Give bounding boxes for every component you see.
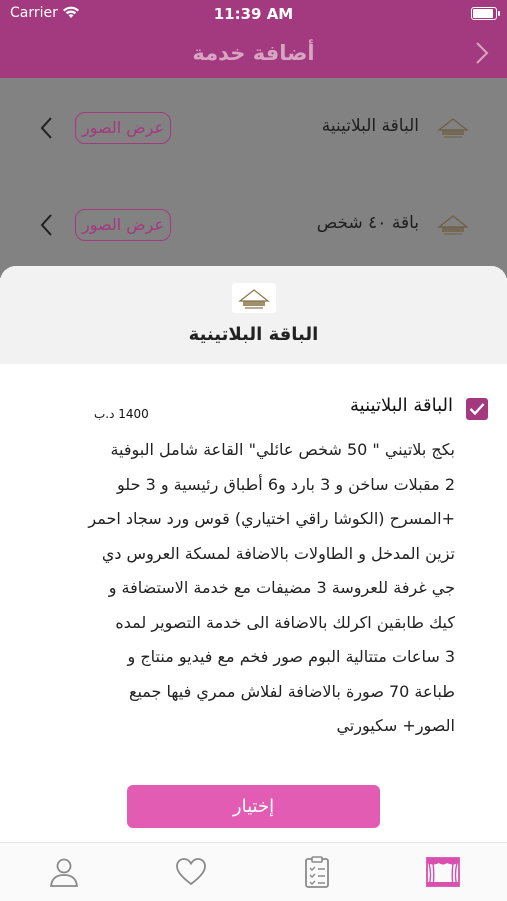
list-item[interactable]: الباقة البلاتينية عرض الصور [0, 80, 507, 176]
list-item[interactable]: باقة ٤٠ شخص عرض الصور [0, 177, 507, 273]
chevron-left-icon[interactable] [38, 116, 56, 140]
chevron-left-icon[interactable] [38, 213, 56, 237]
view-photos-button[interactable]: عرض الصور [75, 112, 171, 144]
status-bar: Carrier 11:39 AM [0, 0, 507, 28]
description-line: تزين المدخل و الطاولات بالاضافة لمسكة ال… [101, 543, 455, 563]
description-line: كيك طابقين اكرلك بالاضافة الى خدمة التصو… [115, 612, 455, 632]
package-price: 1400 د.ب [94, 407, 149, 421]
description-line: 2 مقبلات ساخن و 3 بارد و6 أطباق رئيسية و… [117, 474, 455, 494]
package-name: الباقة البلاتينية [350, 395, 453, 416]
venue-logo-icon [437, 215, 469, 235]
top-bar: Carrier 11:39 AM أضافة خدمة [0, 0, 507, 78]
clock: 11:39 AM [213, 5, 294, 23]
checkmark-icon [469, 403, 485, 416]
sheet-header: الباقة البلاتينية [0, 266, 507, 364]
description-line: جي غرفة للعروسة 3 مضيفات مع خدمة الاستضا… [108, 578, 455, 597]
package-sheet: الباقة البلاتينية الباقة البلاتينية 1400… [0, 266, 507, 842]
page-title: أضافة خدمة [192, 41, 315, 65]
tab-bar [0, 842, 507, 901]
package-checkbox[interactable] [466, 398, 488, 420]
profile-icon[interactable] [46, 855, 82, 889]
description-line: طباعة 70 صورة بالاضافة لفلاش ممري فيها ج… [128, 681, 455, 701]
select-button[interactable]: إختيار [127, 785, 380, 828]
venue-logo-icon [437, 118, 469, 138]
venue-logo-icon [232, 283, 276, 313]
description-line: الصور+ سكيورتي [336, 716, 455, 735]
chevron-right-icon[interactable] [471, 40, 493, 66]
heart-icon[interactable] [173, 855, 209, 889]
list-item-name: باقة ٤٠ شخص [316, 213, 419, 233]
description-line: بكج بلاتيني " 50 شخص عائلي" القاعة شامل … [110, 440, 455, 459]
package-description: بكج بلاتيني " 50 شخص عائلي" القاعة شامل … [15, 433, 455, 744]
clipboard-icon[interactable] [299, 855, 335, 889]
list-item-name: الباقة البلاتينية [321, 116, 419, 136]
stage-icon[interactable] [425, 855, 461, 889]
description-line: 3 ساعات متتالية البوم صور فخم مع فيديو م… [127, 647, 455, 666]
battery-icon [471, 7, 500, 20]
description-line: +المسرح (الكوشا راقي اختياري) قوس ورد سج… [88, 509, 455, 528]
view-photos-button[interactable]: عرض الصور [75, 209, 171, 241]
sheet-title: الباقة البلاتينية [188, 324, 319, 345]
service-list: الباقة البلاتينية عرض الصور باقة ٤٠ شخص … [0, 78, 507, 278]
